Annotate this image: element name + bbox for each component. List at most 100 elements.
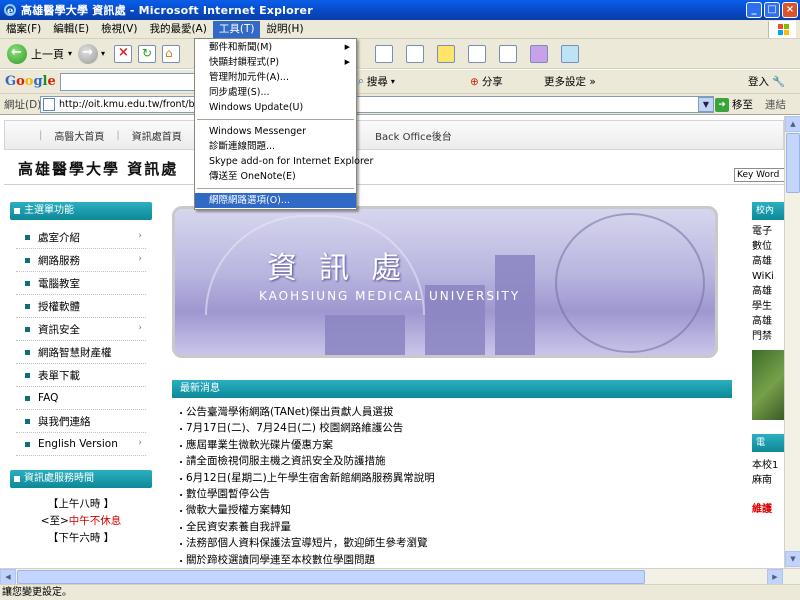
skype-icon[interactable]	[561, 45, 579, 63]
news-item[interactable]: 應屆畢業生微軟光碟片優惠方案	[180, 437, 730, 453]
main-menu-item[interactable]: 網路服務 ›	[16, 249, 146, 272]
maximize-button[interactable]: □	[764, 2, 780, 18]
main-menu-item[interactable]: 網路智慧財產權	[16, 341, 146, 364]
tools-menu-item-label: Windows Messenger	[209, 126, 307, 137]
main-menu-item[interactable]: 表單下載	[16, 364, 146, 387]
share-icon: ⊕	[470, 75, 479, 88]
research-icon[interactable]	[468, 45, 486, 63]
main-menu-item[interactable]: 與我們連絡	[16, 410, 146, 433]
edit-icon[interactable]	[406, 45, 424, 63]
news-item[interactable]: 請全面檢視伺服主機之資訊安全及防護措施	[180, 453, 730, 469]
news-item[interactable]: 全民資安素養自我評量	[180, 519, 730, 535]
scroll-up-icon[interactable]: ▲	[785, 116, 800, 132]
horizontal-scroll-thumb[interactable]	[17, 570, 645, 584]
campus-link[interactable]: 高雄	[752, 254, 784, 269]
menu-help[interactable]: 說明(H)	[260, 21, 309, 38]
university-seal	[555, 213, 705, 353]
menu-tools[interactable]: 工具(T)	[212, 20, 261, 38]
main-menu-item[interactable]: 授權軟體	[16, 295, 146, 318]
tools-menu-item[interactable]: Windows Update(U)	[195, 100, 356, 115]
wrench-icon[interactable]: 🔧	[772, 75, 785, 88]
stop-icon[interactable]: ×	[114, 44, 133, 63]
google-search-button[interactable]: 搜尋	[367, 74, 388, 89]
address-bar: 網址(D) http://oit.kmu.edu.tw/front/bin/ho…	[0, 94, 800, 115]
news-item[interactable]: 數位學園暫停公告	[180, 486, 730, 502]
campus-link[interactable]: WiKi	[752, 269, 784, 284]
tools-menu-item-label: 傳送至 OneNote(E)	[209, 171, 296, 182]
tools-menu-item-label: 同步處理(S)...	[209, 87, 270, 98]
nav-kmu-home[interactable]: 高醫大首頁	[54, 128, 104, 143]
back-dropdown-icon[interactable]: ▾	[68, 49, 72, 58]
campus-link[interactable]: 高雄	[752, 284, 784, 299]
go-button[interactable]: 移至	[732, 97, 753, 112]
main-menu-item[interactable]: 電腦教室	[16, 272, 146, 295]
address-dropdown-icon[interactable]: ▼	[698, 97, 714, 112]
go-arrow-icon[interactable]: ➜	[715, 98, 729, 112]
more-settings-button[interactable]: 更多設定 »	[544, 74, 596, 89]
tools-menu-item-label: 快顯封鎖程式(P)	[209, 57, 280, 68]
menu-view[interactable]: 檢視(V)	[95, 21, 143, 38]
news-item[interactable]: 公告臺灣學術網路(TANet)傑出貢獻人員選拔	[180, 404, 730, 420]
news-item[interactable]: 關於蹄校選讀同學連至本校數位學園問題	[180, 552, 730, 568]
scroll-down-icon[interactable]: ▼	[785, 551, 800, 567]
keyword-search-input[interactable]: Key Word	[734, 168, 784, 182]
main-menu-item-label: English Version	[38, 438, 118, 450]
news-item[interactable]: 微軟大量授權方案轉知	[180, 502, 730, 518]
main-menu-item[interactable]: 處室介紹 ›	[16, 226, 146, 249]
links-label[interactable]: 連結	[765, 97, 786, 112]
news-item[interactable]: 法務部個人資料保護法宣導短片，歡迎師生參考瀏覽	[180, 535, 730, 551]
onenote-icon[interactable]	[530, 45, 548, 63]
news-header: 最新消息	[172, 380, 732, 398]
campus-link[interactable]: 高雄	[752, 314, 784, 329]
news-item[interactable]: 7月17日(二)、7月24日(二) 校園網路維護公告	[180, 420, 730, 436]
right-text-line: 麻南	[752, 475, 772, 486]
print-icon[interactable]	[375, 45, 393, 63]
tools-menu-item[interactable]: 同步處理(S)...	[195, 85, 356, 100]
google-logo: Google	[5, 74, 56, 89]
menu-separator	[197, 188, 354, 189]
address-input[interactable]: http://oit.kmu.edu.tw/front/bin/home.php	[40, 96, 714, 113]
nav-oit-home[interactable]: 資訊處首頁	[132, 128, 182, 143]
campus-link[interactable]: 電子	[752, 224, 784, 239]
campus-link[interactable]: 門禁	[752, 329, 784, 344]
back-button[interactable]: ← 上一頁 ▾	[4, 42, 75, 66]
menu-favorites[interactable]: 我的最愛(A)	[143, 21, 212, 38]
tools-menu-item[interactable]: 網際網路選項(O)...	[195, 193, 356, 208]
news-item[interactable]: 6月12日(星期二)上午學生宿舍新館網路服務異常說明	[180, 470, 730, 486]
forward-dropdown-icon[interactable]: ▾	[101, 49, 105, 58]
tools-menu-item[interactable]: 診斷連線問題...	[195, 139, 356, 154]
vertical-scrollbar[interactable]: ▲ ▼	[784, 116, 800, 568]
scroll-right-icon[interactable]: ▶	[767, 569, 783, 585]
tools-menu-item[interactable]: 快顯封鎖程式(P) ▶	[195, 55, 356, 70]
tools-menu-item[interactable]: Windows Messenger	[195, 124, 356, 139]
login-button[interactable]: 登入	[748, 74, 769, 89]
main-menu-item[interactable]: English Version ›	[16, 433, 146, 456]
minimize-button[interactable]: _	[746, 2, 762, 18]
main-menu-item[interactable]: FAQ	[16, 387, 146, 410]
site-top-nav: | 高醫大首頁 | 資訊處首頁 | Back Office後台	[4, 120, 784, 150]
messenger-icon[interactable]	[499, 45, 517, 63]
tools-menu-item[interactable]: 郵件和新聞(M) ▶	[195, 40, 356, 55]
scroll-left-icon[interactable]: ◀	[0, 569, 16, 585]
nav-back-office[interactable]: Back Office後台	[375, 128, 452, 143]
main-menu-item[interactable]: 資訊安全 ›	[16, 318, 146, 341]
refresh-icon[interactable]: ↻	[138, 44, 157, 63]
campus-link[interactable]: 學生	[752, 299, 784, 314]
tools-menu-item[interactable]: 傳送至 OneNote(E)	[195, 169, 356, 184]
note-icon[interactable]	[437, 45, 455, 63]
campus-link[interactable]: 數位	[752, 239, 784, 254]
close-button[interactable]: ×	[782, 2, 798, 18]
promo-image[interactable]	[752, 350, 784, 420]
horizontal-scrollbar[interactable]: ◀ ▶	[0, 568, 800, 585]
share-button[interactable]: 分享	[482, 74, 503, 89]
menu-file[interactable]: 檔案(F)	[0, 21, 47, 38]
menu-edit[interactable]: 編輯(E)	[47, 21, 95, 38]
google-search-input[interactable]	[59, 72, 200, 91]
tools-menu-item[interactable]: 管理附加元件(A)...	[195, 70, 356, 85]
forward-button[interactable]: → ▾	[75, 42, 108, 66]
home-icon[interactable]: ⌂	[162, 44, 181, 63]
vertical-scroll-thumb[interactable]	[786, 133, 800, 193]
tools-menu-item[interactable]: Skype add-on for Internet Explorer	[195, 154, 373, 169]
right-sidebar: 校內 電子 數位 高雄 WiKi 高雄 學生 高雄 門禁 電 本校1 麻南 維護	[752, 202, 784, 517]
tools-menu-item-label: 管理附加元件(A)...	[209, 72, 289, 83]
